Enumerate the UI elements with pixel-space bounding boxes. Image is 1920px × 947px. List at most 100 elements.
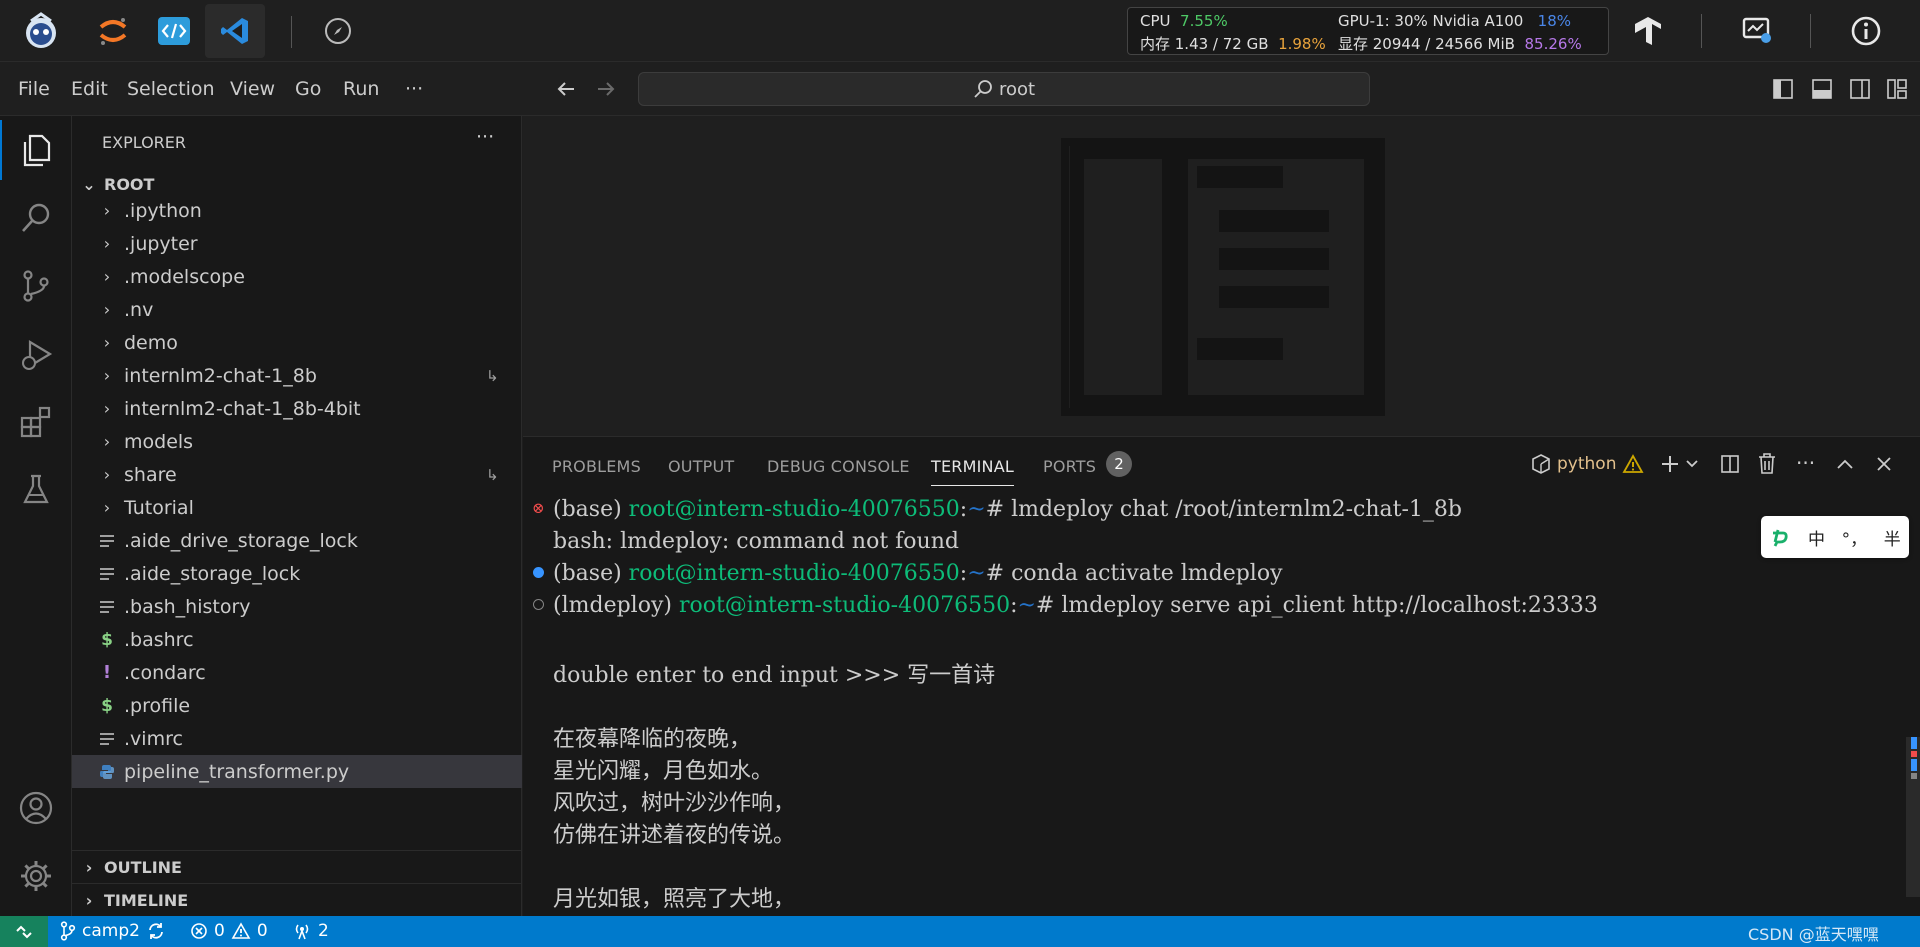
accounts-icon[interactable] [0,778,72,838]
dollar-icon: $ [101,629,113,650]
menu-edit[interactable]: Edit [71,78,108,100]
command-center[interactable]: root [638,72,1370,106]
intern-logo-icon[interactable] [18,8,64,54]
tab-terminal[interactable]: TERMINAL [931,457,1014,486]
symlink-icon: ↳ [486,366,499,385]
terminal-scrollbar[interactable] [1906,737,1920,897]
customize-layout-icon[interactable] [1886,78,1908,100]
tree-file-item[interactable]: .aide_storage_lock [72,557,522,590]
menu-more[interactable]: ··· [405,78,423,100]
new-terminal-plus-icon[interactable] [1659,453,1681,475]
remote-indicator[interactable] [0,916,48,947]
jupyter-icon[interactable] [90,8,136,54]
tree-file-item[interactable]: .aide_drive_storage_lock [72,524,522,557]
terminal-profile-label: python [1557,454,1617,474]
ime-punctuation-toggle[interactable]: °， [1842,525,1868,550]
back-arrow-icon[interactable] [554,77,578,101]
tab-ports[interactable]: PORTS [1043,457,1096,476]
search-icon[interactable] [0,188,72,248]
tree-folder-item[interactable]: › share ↳ [72,458,522,491]
tree-file-item[interactable]: pipeline_transformer.py [72,755,522,788]
branch-indicator[interactable]: camp2 [60,921,166,941]
tree-file-item[interactable]: ! .condarc [72,656,522,689]
explorer-more-button[interactable]: ··· [476,126,494,148]
host-divider [291,16,292,48]
menu-run[interactable]: Run [343,78,379,100]
terminal[interactable]: ⊗ (base) root@intern-studio-40076550:~# … [523,493,1903,917]
ports-count: 2 [318,921,329,941]
tree-folder-item[interactable]: › internlm2-chat-1_8b-4bit [72,392,522,425]
file-lines-icon [96,600,118,614]
source-control-icon[interactable] [0,256,72,316]
ime-toolbar[interactable]: 中 °， 半 [1761,516,1909,558]
tree-folder-item[interactable]: › Tutorial [72,491,522,524]
tree-folder-item[interactable]: › .nv [72,293,522,326]
tree-folder-item[interactable]: › .modelscope [72,260,522,293]
code-icon[interactable] [151,8,197,54]
chevron-down-icon[interactable] [1685,459,1699,469]
run-debug-icon[interactable] [0,324,72,384]
command-error-decoration-icon: ⊗ [532,499,545,517]
tensorflow-icon[interactable] [1625,8,1671,54]
vram-stat: 显存 20944 / 24566 MiB 85.26% [1338,35,1582,53]
testing-flask-icon[interactable] [0,460,72,520]
tree-file-item[interactable]: $ .profile [72,689,522,722]
split-terminal-icon[interactable] [1719,453,1741,475]
chevron-down-icon: ⌄ [82,175,96,194]
tab-problems[interactable]: PROBLEMS [552,457,641,476]
toggle-secondary-sidebar-icon[interactable] [1849,78,1871,100]
dollar-icon: $ [101,695,113,716]
terminal-line-7: 星光闪耀，月色如水。 [553,759,774,784]
info-icon[interactable] [1843,8,1889,54]
menu-go[interactable]: Go [295,78,321,100]
tree-file-item[interactable]: .vimrc [72,722,522,755]
menu-view[interactable]: View [230,78,275,100]
forward-arrow-icon[interactable] [594,77,618,101]
ime-width-toggle[interactable]: 半 [1884,525,1901,550]
terminal-profile[interactable]: python [1531,453,1645,475]
tree-file-item[interactable]: $ .bashrc [72,623,522,656]
explorer-icon[interactable] [0,120,72,180]
watermark-text: CSDN @蓝天嘿嘿 [1748,925,1879,944]
scroll-marker [1911,737,1917,749]
tree-item-label: .profile [124,694,191,717]
toggle-panel-icon[interactable] [1811,78,1833,100]
monitor-app-icon[interactable] [1734,8,1780,54]
tree-folder-item[interactable]: › internlm2-chat-1_8b ↳ [72,359,522,392]
panel-more-icon[interactable]: ··· [1796,451,1815,475]
problems-indicator[interactable]: 0 0 [190,921,268,941]
command-center-text: root [998,78,1036,100]
chevron-right-icon: › [103,432,111,451]
sync-icon[interactable] [146,921,166,941]
root-folder-label: ROOT [104,175,155,194]
ime-language-toggle[interactable]: 中 [1808,525,1825,550]
extensions-icon[interactable] [0,392,72,452]
outline-section-header[interactable]: › OUTLINE [72,851,522,884]
tree-file-item[interactable]: .bash_history [72,590,522,623]
tree-folder-item[interactable]: › models [72,425,522,458]
tree-folder-item[interactable]: › .jupyter [72,227,522,260]
tree-folder-item[interactable]: › .ipython [72,194,522,227]
trash-icon[interactable] [1756,452,1778,476]
compass-icon[interactable] [315,8,361,54]
vscode-icon[interactable] [205,4,265,58]
close-panel-icon[interactable] [1873,453,1895,475]
host-toolbar: CPU 7.55% 内存 1.43 / 72 GB 1.98% GPU-1: 3… [0,0,1920,62]
tab-output[interactable]: OUTPUT [668,457,734,476]
maximize-panel-chevron-up-icon[interactable] [1834,453,1856,475]
menu-file[interactable]: File [18,78,50,100]
symlink-icon: ↳ [486,465,499,484]
menu-selection[interactable]: Selection [127,78,215,100]
ports-indicator[interactable]: 2 [292,921,329,941]
explorer-title: EXPLORER [102,133,186,152]
outline-label: OUTLINE [104,858,182,877]
command-running-decoration-icon [533,599,544,610]
toggle-primary-sidebar-icon[interactable] [1772,78,1794,100]
tree-folder-item[interactable]: › demo [72,326,522,359]
warning-icon [231,922,251,940]
settings-gear-icon[interactable] [0,846,72,906]
tab-debug-console[interactable]: DEBUG CONSOLE [767,457,910,476]
timeline-section-header[interactable]: › TIMELINE [72,884,522,917]
editor-area[interactable] [523,116,1920,436]
warning-icon [1622,454,1645,474]
